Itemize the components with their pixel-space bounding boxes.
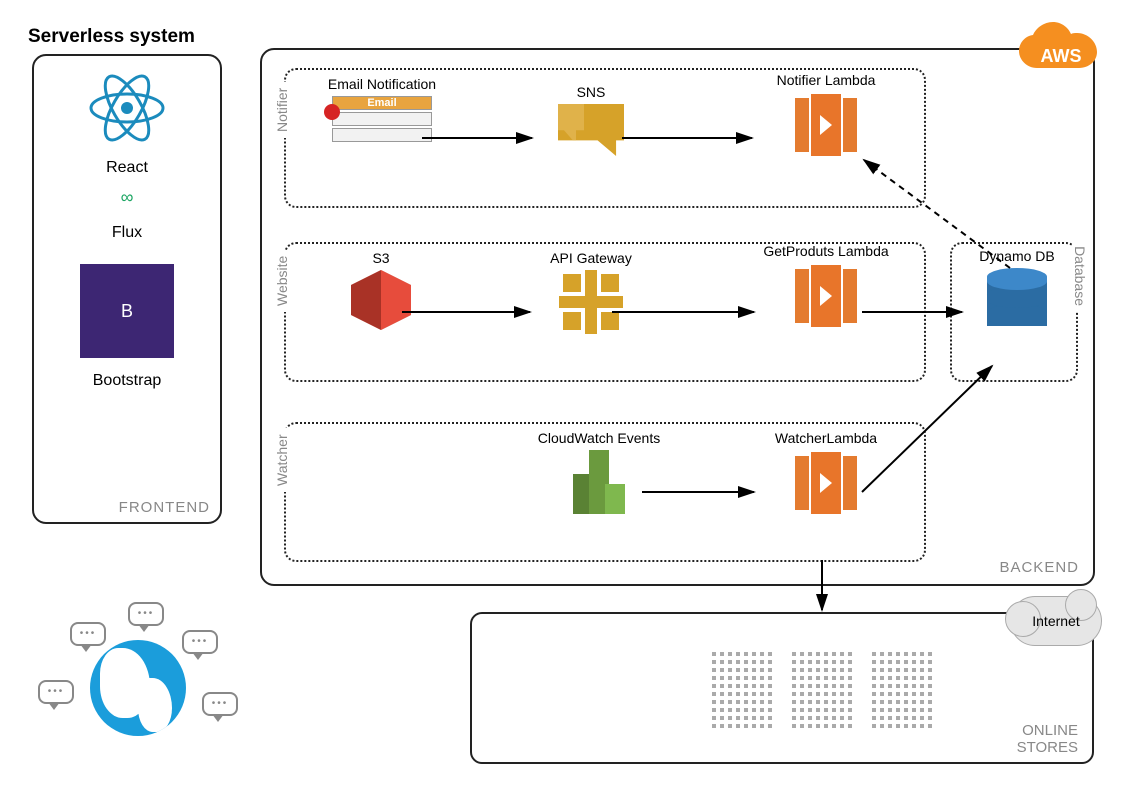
bootstrap-caption: Bootstrap xyxy=(34,372,220,390)
store-building-icon xyxy=(792,652,852,732)
lane-watcher-title: Watcher xyxy=(274,428,290,492)
lane-notifier-title: Notifier xyxy=(274,82,290,138)
bootstrap-icon: B xyxy=(80,264,174,358)
cloudwatch-node: CloudWatch Events xyxy=(524,430,674,514)
email-notification-node: Email Notification Email xyxy=(322,76,442,142)
lane-website-title: Website xyxy=(274,250,290,312)
react-icon xyxy=(34,70,220,151)
lane-website: Website S3 API Gateway GetProduts Lambda xyxy=(284,242,926,382)
backend-label: BACKEND xyxy=(999,559,1079,576)
globe-area: ••• ••• ••• ••• ••• xyxy=(30,600,240,770)
apigw-node: API Gateway xyxy=(536,250,646,334)
online-label-1: ONLINE xyxy=(1017,722,1078,739)
sns-caption: SNS xyxy=(546,84,636,100)
lane-watcher: Watcher CloudWatch Events WatcherLambda xyxy=(284,422,926,562)
backend-panel: BACKEND AWS Notifier Email Notification … xyxy=(260,48,1095,586)
email-icon: Email xyxy=(332,96,432,142)
lambda-icon xyxy=(793,450,859,516)
watcher-lambda-caption: WatcherLambda xyxy=(756,430,896,446)
chat-bubble-icon: ••• xyxy=(128,602,164,626)
cloudwatch-icon xyxy=(569,450,629,514)
frontend-panel: React ∞ Flux B Bootstrap FRONTEND xyxy=(32,54,222,524)
getproducts-lambda-node: GetProduts Lambda xyxy=(756,244,896,329)
chat-bubble-icon: ••• xyxy=(38,680,74,704)
email-caption: Email Notification xyxy=(322,76,442,92)
notifier-lambda-node: Notifier Lambda xyxy=(756,72,896,158)
online-label-2: STORES xyxy=(1017,739,1078,756)
chat-bubble-icon: ••• xyxy=(70,622,106,646)
store-building-icon xyxy=(712,652,772,732)
notifier-lambda-caption: Notifier Lambda xyxy=(756,72,896,88)
sns-node: SNS xyxy=(546,84,636,156)
aws-text: AWS xyxy=(1040,46,1081,66)
lane-database-title: Database xyxy=(1072,240,1088,312)
apigw-caption: API Gateway xyxy=(536,250,646,266)
lane-notifier: Notifier Email Notification Email SNS No… xyxy=(284,68,926,208)
flux-caption: Flux xyxy=(34,224,220,242)
online-stores-panel: ONLINE STORES Internet xyxy=(470,612,1094,764)
getproducts-caption: GetProduts Lambda xyxy=(756,244,896,259)
internet-label: Internet xyxy=(1032,613,1079,629)
dynamo-icon xyxy=(987,268,1047,336)
email-bar-label: Email xyxy=(332,96,432,110)
chat-bubble-icon: ••• xyxy=(202,692,238,716)
dynamo-caption: Dynamo DB xyxy=(962,248,1072,264)
aws-cloud-icon: AWS xyxy=(1017,22,1105,82)
s3-caption: S3 xyxy=(336,250,426,266)
apigw-icon xyxy=(559,270,623,334)
lambda-icon xyxy=(793,92,859,158)
cloudwatch-caption: CloudWatch Events xyxy=(524,430,674,446)
s3-node: S3 xyxy=(336,250,426,330)
frontend-label: FRONTEND xyxy=(119,499,210,516)
store-building-icon xyxy=(872,652,932,732)
watcher-lambda-node: WatcherLambda xyxy=(756,430,896,516)
bootstrap-glyph: B xyxy=(121,301,133,322)
s3-icon xyxy=(351,270,411,330)
internet-cloud-icon: Internet xyxy=(1010,596,1102,646)
online-stores-label: ONLINE STORES xyxy=(1017,722,1078,756)
flux-icon: ∞ xyxy=(34,187,220,208)
diagram-title: Serverless system xyxy=(28,26,195,48)
globe-icon xyxy=(90,640,186,736)
chat-bubble-icon: ••• xyxy=(182,630,218,654)
dynamo-node: Dynamo DB xyxy=(962,248,1072,336)
sns-icon xyxy=(558,104,624,156)
react-caption: React xyxy=(34,159,220,177)
lane-database: Database Dynamo DB xyxy=(950,242,1078,382)
lambda-icon xyxy=(793,263,859,329)
